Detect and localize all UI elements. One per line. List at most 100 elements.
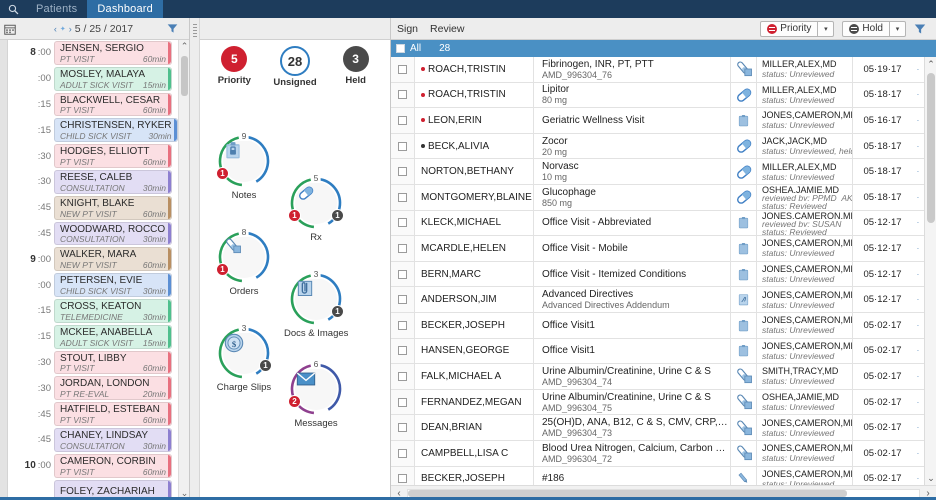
appointment-row[interactable]: :00MOSLEY, MALAYAADULT SICK VISIT15min bbox=[8, 66, 178, 92]
nav-tab-patients[interactable]: Patients bbox=[26, 0, 87, 18]
row-checkbox-cell[interactable] bbox=[391, 467, 415, 486]
table-row[interactable]: KLECK,MICHAELOffice Visit - AbbreviatedJ… bbox=[391, 211, 924, 237]
worklist-rows[interactable]: ROACH,TRISTINFibrinogen, INR, PT, PTTAMD… bbox=[391, 57, 924, 485]
row-checkbox-cell[interactable] bbox=[391, 415, 415, 440]
pill-icon[interactable] bbox=[730, 185, 756, 210]
appointment-block[interactable]: CROSS, KEATONTELEMEDICINE30min bbox=[54, 299, 172, 323]
row-checkbox[interactable] bbox=[398, 372, 407, 381]
appointment-block[interactable]: CHANEY, LINDSAYCONSULTATION30min bbox=[54, 428, 172, 452]
table-row[interactable]: FALK,MICHAEL AUrine Albumin/Creatinine, … bbox=[391, 364, 924, 390]
appointment-block[interactable]: WOODWARD, ROCCOCONSULTATION30min bbox=[54, 222, 172, 246]
row-checkbox-cell[interactable] bbox=[391, 390, 415, 415]
appointment-block[interactable]: MCKEE, ANABELLAADULT SICK VISIT15min bbox=[54, 325, 172, 349]
table-row[interactable]: MONTGOMERY,BLAINEGlucophage850 mgOSHEA,J… bbox=[391, 185, 924, 211]
appointment-row[interactable]: :45HATFIELD, ESTEBANPT VISIT60min bbox=[8, 401, 178, 427]
row-checkbox[interactable] bbox=[398, 142, 407, 151]
appointment-block[interactable]: HODGES, ELLIOTTPT VISIT60min bbox=[54, 144, 172, 168]
row-checkbox[interactable] bbox=[398, 270, 407, 279]
clipboard-icon[interactable] bbox=[730, 108, 756, 133]
hold-dropdown-caret[interactable]: ▾ bbox=[890, 21, 906, 37]
worklist-filter-icon[interactable] bbox=[914, 23, 932, 35]
appointment-row[interactable]: :45WOODWARD, ROCCOCONSULTATION30min bbox=[8, 221, 178, 247]
row-checkbox[interactable] bbox=[398, 218, 407, 227]
worklist-vertical-scrollbar[interactable]: ⌃ ⌄ bbox=[924, 57, 936, 485]
row-checkbox[interactable] bbox=[398, 449, 407, 458]
clipboard-icon[interactable] bbox=[730, 211, 756, 236]
kpi-held[interactable]: 3Held bbox=[328, 46, 384, 88]
appointment-row[interactable]: :45KNIGHT, BLAKENEW PT VISIT60min bbox=[8, 195, 178, 221]
donut-widget-notes[interactable]: 91Notes bbox=[212, 134, 276, 201]
review-button[interactable]: Review bbox=[428, 23, 466, 35]
appointment-row[interactable]: :45CHANEY, LINDSAYCONSULTATION30min bbox=[8, 427, 178, 453]
table-row[interactable]: MCARDLE,HELENOffice Visit - MobileJONES,… bbox=[391, 236, 924, 262]
appointment-row[interactable]: 8:00JENSEN, SERGIOPT VISIT60min bbox=[8, 40, 178, 66]
appointment-row[interactable]: :15BLACKWELL, CESARPT VISIT60min bbox=[8, 92, 178, 118]
donut-priority-badge[interactable]: 1 bbox=[288, 209, 301, 222]
appointment-status-icon[interactable] bbox=[54, 100, 55, 108]
table-row[interactable]: BERN,MARCOffice Visit - Itemized Conditi… bbox=[391, 262, 924, 288]
appointment-status-icon[interactable] bbox=[54, 152, 55, 160]
search-icon[interactable] bbox=[0, 0, 26, 18]
test-tube-icon[interactable] bbox=[730, 441, 756, 466]
hold-button[interactable]: Hold bbox=[842, 21, 890, 37]
kpi-unsigned[interactable]: 28Unsigned bbox=[267, 46, 323, 88]
appointment-row[interactable]: :30REESE, CALEBCONSULTATION30min bbox=[8, 169, 178, 195]
row-checkbox[interactable] bbox=[398, 423, 407, 432]
appointment-block[interactable]: CAMERON, CORBINPT VISIT60min bbox=[54, 454, 172, 478]
pill-icon[interactable] bbox=[730, 83, 756, 108]
appointment-block[interactable]: WALKER, MARANEW PT VISIT60min bbox=[54, 247, 172, 271]
priority-dropdown-caret[interactable]: ▾ bbox=[818, 21, 834, 37]
test-tube-icon[interactable] bbox=[730, 390, 756, 415]
appointment-row[interactable]: :00PETERSEN, EVIECHILD SICK VISIT30min bbox=[8, 272, 178, 298]
priority-button[interactable]: Priority bbox=[760, 21, 818, 37]
appointment-block[interactable]: KNIGHT, BLAKENEW PT VISIT60min bbox=[54, 196, 172, 220]
row-checkbox-cell[interactable] bbox=[391, 364, 415, 389]
table-row[interactable]: NORTON,BETHANYNorvasc10 mgMILLER,ALEX,MD… bbox=[391, 159, 924, 185]
appointment-block[interactable]: JENSEN, SERGIOPT VISIT60min bbox=[54, 41, 172, 65]
pen-icon[interactable] bbox=[730, 467, 756, 486]
worklist-scroll-down-icon[interactable]: ⌄ bbox=[925, 471, 936, 485]
row-checkbox-cell[interactable] bbox=[391, 134, 415, 159]
row-checkbox-cell[interactable] bbox=[391, 441, 415, 466]
row-checkbox[interactable] bbox=[398, 90, 407, 99]
appointment-block[interactable]: JORDAN, LONDONPT RE-EVAL20min bbox=[54, 376, 172, 400]
donut-held-badge[interactable]: 1 bbox=[331, 305, 344, 318]
table-row[interactable]: BECK,ALIVIAZocor20 mgJACK,JACK,MDstatus:… bbox=[391, 134, 924, 160]
priority-button-group[interactable]: Priority ▾ bbox=[760, 21, 834, 37]
row-checkbox-cell[interactable] bbox=[391, 339, 415, 364]
table-row[interactable]: LEON,ERINGeriatric Wellness VisitJONES,C… bbox=[391, 108, 924, 134]
appointment-block[interactable]: BLACKWELL, CESARPT VISIT60min bbox=[54, 93, 172, 117]
table-row[interactable]: CAMPBELL,LISA CBlood Urea Nitrogen, Calc… bbox=[391, 441, 924, 467]
table-row[interactable]: ROACH,TRISTINFibrinogen, INR, PT, PTTAMD… bbox=[391, 57, 924, 83]
table-row[interactable]: BECKER,JOSEPHOffice Visit1JONES,CAMERON,… bbox=[391, 313, 924, 339]
appointment-block[interactable]: HATFIELD, ESTEBANPT VISIT60min bbox=[54, 402, 172, 426]
appointment-block[interactable]: CHRISTENSEN, RYKERCHILD SICK VISIT30min bbox=[54, 118, 178, 142]
row-checkbox[interactable] bbox=[398, 295, 407, 304]
calendar-icon[interactable] bbox=[4, 23, 20, 35]
appointment-block[interactable]: REESE, CALEBCONSULTATION30min bbox=[54, 170, 172, 194]
appointment-row[interactable]: :30JORDAN, LONDONPT RE-EVAL20min bbox=[8, 375, 178, 401]
appointment-status-icon[interactable] bbox=[54, 126, 55, 134]
donut-held-badge[interactable]: 1 bbox=[331, 209, 344, 222]
today-button[interactable]: ✦ bbox=[60, 25, 66, 33]
row-checkbox-cell[interactable] bbox=[391, 83, 415, 108]
prev-day-button[interactable]: ‹ bbox=[54, 24, 57, 34]
row-checkbox[interactable] bbox=[398, 398, 407, 407]
appointment-row[interactable]: :30STOUT, LIBBYPT VISIT60min bbox=[8, 350, 178, 376]
row-checkbox-cell[interactable] bbox=[391, 185, 415, 210]
appointment-block[interactable]: MOSLEY, MALAYAADULT SICK VISIT15min bbox=[54, 67, 172, 91]
worklist-scroll-up-icon[interactable]: ⌃ bbox=[925, 57, 936, 71]
donut-widget-charge-slips[interactable]: $31Charge Slips bbox=[212, 326, 276, 393]
row-checkbox-cell[interactable] bbox=[391, 236, 415, 261]
hold-button-group[interactable]: Hold ▾ bbox=[842, 21, 906, 37]
row-checkbox-cell[interactable] bbox=[391, 313, 415, 338]
row-checkbox[interactable] bbox=[398, 474, 407, 483]
clipboard-icon[interactable] bbox=[730, 339, 756, 364]
table-row[interactable]: BECKER,JOSEPH#186JONES,CAMERON,MDstatus:… bbox=[391, 467, 924, 486]
appointment-row[interactable]: :30HODGES, ELLIOTTPT VISIT60min bbox=[8, 143, 178, 169]
appointment-row[interactable]: :15CROSS, KEATONTELEMEDICINE30min bbox=[8, 298, 178, 324]
donut-priority-badge[interactable]: 1 bbox=[216, 167, 229, 180]
table-row[interactable]: DEAN,BRIAN25(OH)D, ANA, B12, C & S, CMV,… bbox=[391, 415, 924, 441]
row-checkbox-cell[interactable] bbox=[391, 262, 415, 287]
table-row[interactable]: ANDERSON,JIMAdvanced DirectivesAdvanced … bbox=[391, 287, 924, 313]
